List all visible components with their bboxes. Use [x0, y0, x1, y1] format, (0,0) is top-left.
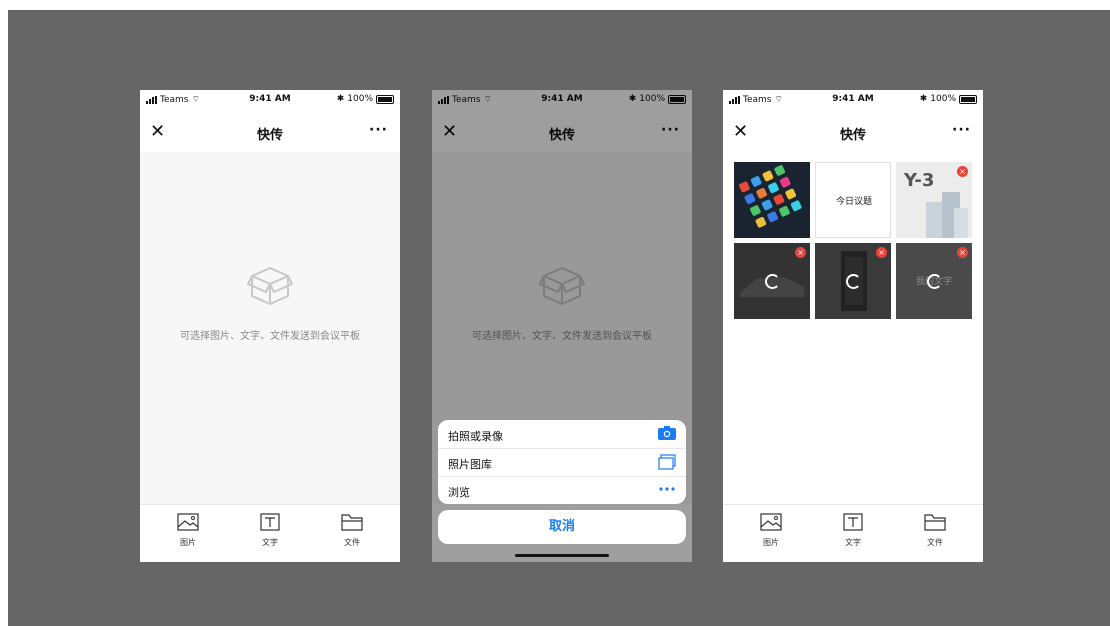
text-icon — [843, 513, 863, 531]
sheet-item-browse[interactable]: 浏览 — [438, 476, 686, 504]
tab-label: 图片 — [763, 538, 779, 547]
loading-spinner-icon — [765, 274, 780, 289]
remove-icon[interactable]: × — [957, 247, 968, 258]
camera-icon — [658, 426, 676, 440]
sheet-item-label: 浏览 — [448, 486, 470, 499]
tab-bar: 图片 文字 文件 — [723, 504, 983, 562]
tab-label: 图片 — [180, 538, 196, 547]
tab-label: 文字 — [262, 538, 278, 547]
bluetooth-icon: ✱ — [919, 94, 928, 104]
tab-label: 文件 — [344, 538, 360, 547]
remove-icon[interactable]: × — [795, 247, 806, 258]
photo-library-icon — [658, 454, 676, 470]
tab-bar: 图片 文字 文件 — [140, 504, 400, 562]
text-tile[interactable]: 今日议题 — [815, 162, 891, 238]
page-title: 快传 — [256, 128, 283, 143]
sheet-item-label: 照片图库 — [448, 458, 492, 471]
image-icon — [760, 513, 782, 531]
empty-hint: 可选择图片、文字、文件发送到会议平板 — [180, 331, 360, 342]
more-icon[interactable]: ··· — [952, 122, 971, 138]
nav-bar: ✕ 快传 ··· — [723, 118, 983, 148]
phone-empty-state: Teams ⌔ 9:41 AM ✱ 100% ✕ 快传 ··· 可选择图片、文字… — [140, 90, 400, 562]
cancel-button[interactable]: 取消 — [438, 510, 686, 544]
tab-text[interactable]: 文字 — [833, 513, 873, 548]
loading-tile[interactable]: × — [734, 243, 810, 319]
folder-icon — [341, 514, 363, 531]
sheet-item-label: 拍照或录像 — [448, 430, 503, 443]
battery-percent: 100% — [930, 94, 956, 104]
phone-action-sheet: Teams ⌔ 9:41 AM ✱ 100% ✕ 快传 ··· 可选择图片、文字… — [432, 90, 692, 562]
image-tile[interactable] — [734, 162, 810, 238]
tab-text[interactable]: 文字 — [250, 513, 290, 548]
battery-percent: 100% — [347, 94, 373, 104]
tab-file[interactable]: 文件 — [915, 513, 955, 548]
remove-icon[interactable]: × — [876, 247, 887, 258]
phone-upload-grid: Teams ⌔ 9:41 AM ✱ 100% ✕ 快传 ··· 今日议题 Y-3… — [723, 90, 983, 562]
battery-icon — [376, 94, 394, 104]
app-icons-thumbnail — [734, 162, 810, 238]
tab-image[interactable]: 图片 — [751, 513, 791, 548]
battery: ✱ 100% — [920, 94, 977, 104]
loading-spinner-icon — [927, 274, 942, 289]
upload-grid: 今日议题 Y-3 × × × 我的文字 × — [723, 152, 983, 504]
status-bar: Teams ⌔ 9:41 AM ✱ 100% — [140, 90, 400, 108]
bluetooth-icon: ✱ — [336, 94, 345, 104]
loading-tile[interactable]: × — [815, 243, 891, 319]
text-icon — [260, 513, 280, 531]
presentation-canvas: Teams ⌔ 9:41 AM ✱ 100% ✕ 快传 ··· 可选择图片、文字… — [8, 10, 1110, 626]
more-dots-icon — [659, 487, 675, 491]
loading-spinner-icon — [846, 274, 861, 289]
image-tile[interactable]: Y-3 × — [896, 162, 972, 238]
tab-image[interactable]: 图片 — [168, 513, 208, 548]
page-title: 快传 — [839, 128, 866, 143]
image-icon — [177, 513, 199, 531]
home-indicator — [515, 554, 609, 557]
loading-tile[interactable]: 我的文字 × — [896, 243, 972, 319]
nav-bar: ✕ 快传 ··· — [140, 118, 400, 148]
text-tile-label: 今日议题 — [835, 197, 872, 207]
more-icon[interactable]: ··· — [369, 122, 388, 138]
battery-icon — [959, 94, 977, 104]
action-sheet: 拍照或录像 照片图库 浏览 — [438, 420, 686, 504]
sheet-item-photo-library[interactable]: 照片图库 — [438, 448, 686, 477]
sheet-item-camera[interactable]: 拍照或录像 — [438, 420, 686, 449]
tab-file[interactable]: 文件 — [332, 513, 372, 548]
tab-label: 文字 — [845, 538, 861, 547]
tab-label: 文件 — [927, 538, 943, 547]
status-bar: Teams ⌔ 9:41 AM ✱ 100% — [723, 90, 983, 108]
empty-box-icon — [247, 267, 293, 305]
battery: ✱ 100% — [337, 94, 394, 104]
remove-icon[interactable]: × — [957, 166, 968, 177]
folder-icon — [924, 514, 946, 531]
empty-content: 可选择图片、文字、文件发送到会议平板 — [140, 152, 400, 504]
